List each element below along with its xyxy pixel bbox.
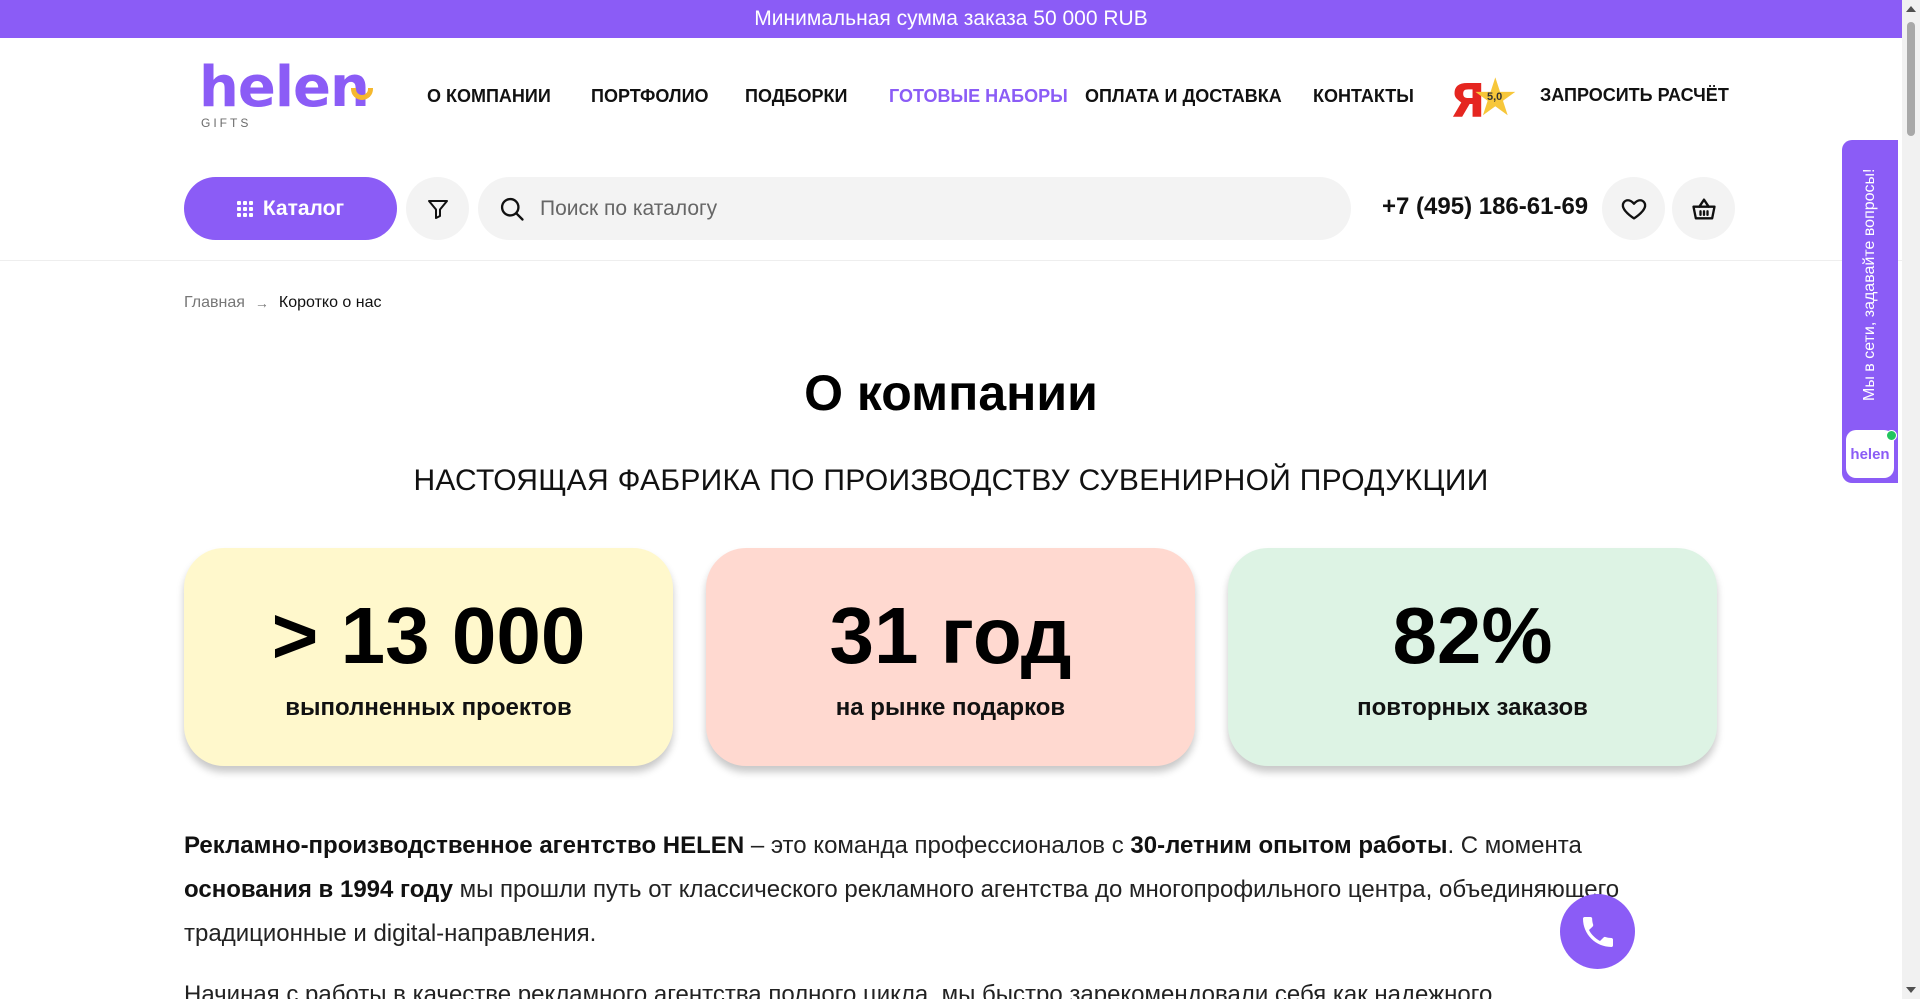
promo-text: Минимальная сумма заказа 50 000 RUB: [754, 7, 1148, 30]
catalog-button[interactable]: Каталог: [184, 177, 397, 240]
logo[interactable]: helen GIFTS: [199, 58, 379, 134]
promo-banner: Минимальная сумма заказа 50 000 RUB: [0, 0, 1902, 38]
about-paragraph-1: Рекламно-производственное агентство HELE…: [184, 824, 1684, 956]
arrow-right-icon: →: [254, 295, 269, 311]
search-icon: [500, 197, 524, 221]
page-title: О компании: [804, 365, 1098, 421]
text-plain: – это команда профессионалов с: [744, 832, 1131, 859]
rating-score: 5,0: [1487, 91, 1503, 103]
nav-item-contacts[interactable]: КОНТАКТЫ: [1313, 86, 1414, 107]
breadcrumb-home[interactable]: Главная: [184, 294, 245, 312]
call-button[interactable]: [1560, 894, 1635, 969]
scrollbar-thumb[interactable]: [1907, 22, 1915, 136]
breadcrumb-current: Коротко о нас: [278, 294, 382, 311]
about-paragraph-2: Начиная с работы в качестве рекламного а…: [184, 981, 1493, 999]
online-indicator: [1886, 430, 1897, 441]
yandex-rating-badge[interactable]: Я ★ 5,0: [1450, 72, 1519, 128]
stat-card-years: 31 год на рынке подарков: [706, 548, 1195, 766]
nav-item-payment-delivery[interactable]: ОПЛАТА И ДОСТАВКА: [1085, 86, 1282, 107]
basket-icon: [1691, 198, 1716, 219]
filter-icon: [427, 199, 448, 219]
breadcrumb: Главная → Коротко о нас: [184, 294, 382, 312]
logo-sub: GIFTS: [201, 116, 252, 130]
stat-label: повторных заказов: [1357, 694, 1588, 721]
stat-value: 82%: [1392, 591, 1553, 680]
cart-button[interactable]: [1672, 177, 1735, 240]
phone-number[interactable]: +7 (495) 186-61-69: [1382, 193, 1588, 221]
request-quote-link[interactable]: ЗАПРОСИТЬ РАСЧЁТ: [1540, 85, 1729, 106]
search-bar[interactable]: [478, 177, 1351, 240]
nav-item-collections[interactable]: ПОДБОРКИ: [745, 86, 847, 107]
phone-icon: [1582, 916, 1613, 947]
grid-icon: [236, 200, 253, 217]
catalog-label: Каталог: [262, 196, 345, 220]
favorites-button[interactable]: [1602, 177, 1665, 240]
nav-item-portfolio[interactable]: ПОРТФОЛИО: [591, 86, 709, 107]
stat-label: на рынке подарков: [835, 694, 1066, 721]
text-bold: 30-летним опытом работы: [1130, 832, 1448, 859]
header-divider: [0, 260, 1902, 261]
text-bold: Рекламно-производственное агентство HELE…: [184, 832, 745, 859]
stat-card-projects: > 13 000 выполненных проектов: [184, 548, 673, 766]
text-plain: . С момента: [1447, 832, 1582, 859]
scroll-up-arrow[interactable]: [1906, 6, 1916, 12]
text-bold: основания в 1994 году: [184, 876, 453, 903]
stat-value: 31 год: [829, 591, 1072, 680]
scroll-down-arrow[interactable]: [1906, 987, 1916, 993]
filter-button[interactable]: [406, 177, 469, 240]
chat-widget-text: Мы в сети, задавайте вопросы!: [1861, 168, 1878, 402]
nav-item-ready-sets[interactable]: ГОТОВЫЕ НАБОРЫ: [889, 86, 1068, 107]
page-subtitle: НАСТОЯЩАЯ ФАБРИКА ПО ПРОИЗВОДСТВУ СУВЕНИ…: [413, 464, 1489, 497]
stat-value: > 13 000: [271, 591, 586, 680]
heart-icon: [1621, 198, 1646, 219]
nav-item-about[interactable]: О КОМПАНИИ: [427, 86, 551, 107]
search-input[interactable]: [540, 196, 1300, 221]
chat-widget[interactable]: Мы в сети, задавайте вопросы! helen: [1842, 140, 1898, 483]
scrollbar[interactable]: [1902, 0, 1920, 999]
stat-card-repeat-orders: 82% повторных заказов: [1228, 548, 1717, 766]
stat-label: выполненных проектов: [285, 694, 572, 721]
